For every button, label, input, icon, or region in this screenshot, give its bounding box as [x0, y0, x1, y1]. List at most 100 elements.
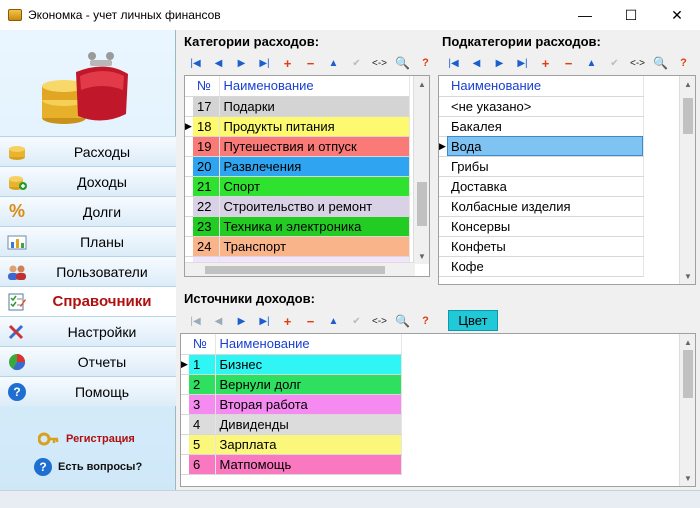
- post-icon[interactable]: ✔: [603, 54, 626, 72]
- expense-subcategories-title: Подкатегории расходов:: [442, 34, 601, 49]
- sidebar-item-income[interactable]: Доходы: [0, 166, 176, 196]
- wallet-coins-logo-icon: [42, 52, 128, 124]
- table-row[interactable]: Конфеты: [439, 236, 644, 257]
- coins-plus-icon: [6, 172, 28, 192]
- search-icon[interactable]: 🔍: [391, 54, 414, 72]
- edit-icon[interactable]: ▲: [322, 312, 345, 330]
- prior-icon[interactable]: ◀: [207, 54, 230, 72]
- next-icon[interactable]: ▶: [230, 54, 253, 72]
- table-row[interactable]: 23 Техника и электроника: [185, 216, 410, 237]
- horizontal-scrollbar[interactable]: [185, 262, 415, 276]
- table-row[interactable]: 4 Дивиденды: [181, 414, 402, 435]
- delete-icon[interactable]: −: [299, 54, 322, 72]
- table-header: Наименование: [439, 76, 644, 97]
- table-row[interactable]: 5 Зарплата: [181, 434, 402, 455]
- sidebar-item-help[interactable]: ? Помощь: [0, 376, 176, 406]
- next-icon[interactable]: ▶: [488, 54, 511, 72]
- column-header-name[interactable]: Наименование: [447, 76, 644, 97]
- main-content: Категории расходов: |◀ ◀ ▶ ▶| + − ▲ ✔ <-…: [176, 30, 700, 490]
- last-icon[interactable]: ▶|: [511, 54, 534, 72]
- current-row-indicator-icon: ▶: [181, 354, 189, 375]
- table-row[interactable]: 2 Вернули долг: [181, 374, 402, 395]
- toggle-icon[interactable]: <->: [626, 54, 649, 72]
- coins-icon: [6, 142, 28, 162]
- users-icon: [6, 262, 28, 282]
- toggle-icon[interactable]: <->: [368, 54, 391, 72]
- add-icon[interactable]: +: [534, 54, 557, 72]
- color-button[interactable]: Цвет: [448, 310, 498, 331]
- last-icon[interactable]: ▶|: [253, 312, 276, 330]
- window-title: Экономка - учет личных финансов: [28, 8, 221, 22]
- registration-link[interactable]: Регистрация: [38, 430, 135, 448]
- table-row[interactable]: <не указано>: [439, 96, 644, 117]
- table-row[interactable]: 19 Путешествия и отпуск: [185, 136, 410, 157]
- sidebar-item-settings[interactable]: Настройки: [0, 316, 176, 346]
- edit-icon[interactable]: ▲: [322, 54, 345, 72]
- table-row[interactable]: Колбасные изделия: [439, 196, 644, 217]
- status-bar: [0, 490, 700, 508]
- add-icon[interactable]: +: [276, 312, 299, 330]
- sidebar-item-plans[interactable]: Планы: [0, 226, 176, 256]
- first-icon[interactable]: |◀: [442, 54, 465, 72]
- income-sources-title: Источники доходов:: [184, 291, 315, 306]
- edit-icon[interactable]: ▲: [580, 54, 603, 72]
- minimize-button[interactable]: —: [562, 0, 608, 30]
- next-icon[interactable]: ▶: [230, 312, 253, 330]
- expense-subcategories-toolbar: |◀ ◀ ▶ ▶| + − ▲ ✔ <-> 🔍 ?: [442, 54, 695, 72]
- column-header-name[interactable]: Наименование: [215, 334, 402, 355]
- sidebar-nav: Расходы Доходы % Долги Планы Пользовател…: [0, 136, 176, 406]
- toggle-icon[interactable]: <->: [368, 312, 391, 330]
- table-row[interactable]: Доставка: [439, 176, 644, 197]
- last-icon[interactable]: ▶|: [253, 54, 276, 72]
- table-row[interactable]: 21 Спорт: [185, 176, 410, 197]
- column-header-num[interactable]: №: [193, 76, 220, 97]
- expense-categories-toolbar: |◀ ◀ ▶ ▶| + − ▲ ✔ <-> 🔍 ?: [184, 54, 437, 72]
- sidebar-item-references[interactable]: Справочники: [0, 286, 176, 316]
- questions-link[interactable]: ? Есть вопросы?: [34, 458, 142, 476]
- vertical-scrollbar[interactable]: ▲ ▼: [679, 76, 695, 284]
- first-icon[interactable]: |◀: [184, 54, 207, 72]
- search-icon[interactable]: 🔍: [649, 54, 672, 72]
- table-header: № Наименование: [181, 334, 402, 355]
- table-row[interactable]: 6 Матпомощь: [181, 454, 402, 475]
- table-row[interactable]: 3 Вторая работа: [181, 394, 402, 415]
- search-icon[interactable]: 🔍: [391, 312, 414, 330]
- prior-icon[interactable]: ◀: [465, 54, 488, 72]
- sidebar-item-users[interactable]: Пользователи: [0, 256, 176, 286]
- maximize-button[interactable]: ☐: [608, 0, 654, 30]
- table-row[interactable]: ▶ Вода: [439, 136, 644, 157]
- income-sources-grid[interactable]: № Наименование ▶ 1 Бизнес 2 Вернули долг 3В…: [180, 333, 696, 487]
- sidebar-item-debts[interactable]: % Долги: [0, 196, 176, 226]
- help-icon[interactable]: ?: [414, 312, 437, 330]
- vertical-scrollbar[interactable]: ▲ ▼: [413, 76, 429, 264]
- column-header-name[interactable]: Наименование: [219, 76, 410, 97]
- column-header-num[interactable]: №: [189, 334, 216, 355]
- sidebar-item-expenses[interactable]: Расходы: [0, 136, 176, 166]
- table-row[interactable]: ▶ 1 Бизнес: [181, 354, 402, 375]
- table-row[interactable]: 17 Подарки: [185, 96, 410, 117]
- pie-chart-icon: [6, 352, 28, 372]
- post-icon[interactable]: ✔: [345, 312, 368, 330]
- sidebar-item-reports[interactable]: Отчеты: [0, 346, 176, 376]
- table-row[interactable]: 24 Транспорт: [185, 236, 410, 257]
- table-row[interactable]: 22 Строительство и ремонт: [185, 196, 410, 217]
- table-row[interactable]: Бакалея: [439, 116, 644, 137]
- table-row[interactable]: Кофе: [439, 256, 644, 277]
- delete-icon[interactable]: −: [557, 54, 580, 72]
- table-row[interactable]: 20 Развлечения: [185, 156, 410, 177]
- close-button[interactable]: ✕: [654, 0, 700, 30]
- add-icon[interactable]: +: [276, 54, 299, 72]
- expense-categories-grid[interactable]: № Наименование 17 Подарки ▶ 18 Продукты пит…: [184, 75, 430, 277]
- post-icon[interactable]: ✔: [345, 54, 368, 72]
- table-row[interactable]: Консервы: [439, 216, 644, 237]
- prior-icon[interactable]: ◀: [207, 312, 230, 330]
- help-icon[interactable]: ?: [414, 54, 437, 72]
- vertical-scrollbar[interactable]: ▲ ▼: [679, 334, 695, 486]
- expense-subcategories-grid[interactable]: Наименование <не указано> Бакалея ▶ Вода …: [438, 75, 696, 285]
- table-row[interactable]: Грибы: [439, 156, 644, 177]
- help-icon[interactable]: ?: [672, 54, 695, 72]
- delete-icon[interactable]: −: [299, 312, 322, 330]
- first-icon[interactable]: |◀: [184, 312, 207, 330]
- tools-icon: [6, 322, 28, 342]
- table-row[interactable]: ▶ 18 Продукты питания: [185, 116, 410, 137]
